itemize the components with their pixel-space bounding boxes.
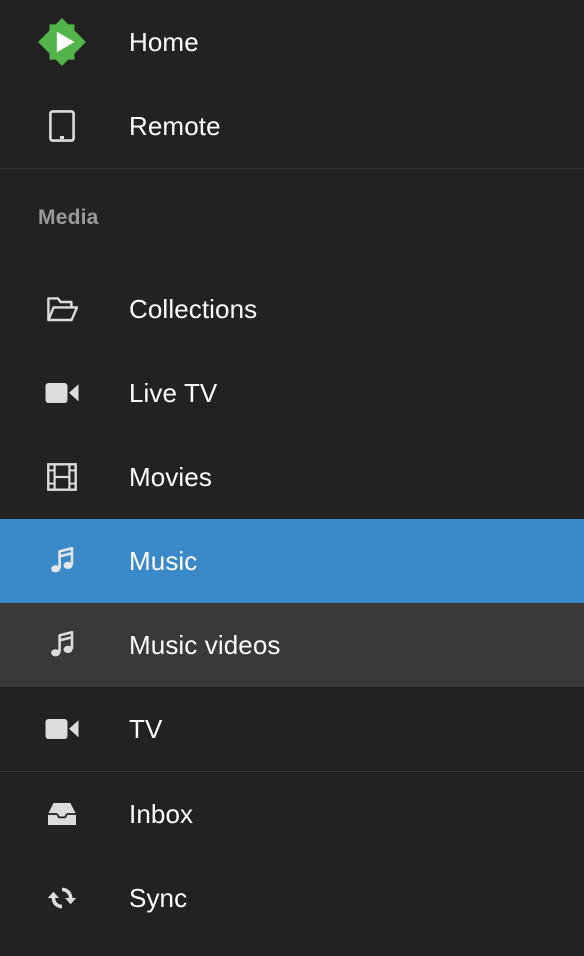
film-strip-icon — [34, 457, 90, 497]
nav-item-label: Movies — [129, 462, 212, 492]
videocam-icon — [34, 709, 90, 749]
nav-item-home[interactable]: Home — [0, 0, 584, 84]
nav-item-inbox[interactable]: Inbox — [0, 772, 584, 856]
nav-item-sync[interactable]: Sync — [0, 856, 584, 940]
nav-item-movies[interactable]: Movies — [0, 435, 584, 519]
nav-item-music-videos[interactable]: Music videos — [0, 603, 584, 687]
nav-item-collections[interactable]: Collections — [0, 267, 584, 351]
nav-item-label: Collections — [129, 294, 258, 324]
inbox-icon — [34, 794, 90, 834]
nav-item-live-tv[interactable]: Live TV — [0, 351, 584, 435]
nav-item-label: Remote — [129, 111, 221, 141]
section-header-media: Media — [0, 169, 584, 267]
music-note-icon — [34, 625, 90, 665]
nav-item-label: Live TV — [129, 378, 218, 408]
nav-item-music[interactable]: Music — [0, 519, 584, 603]
emby-logo-icon — [34, 18, 90, 66]
nav-item-label: TV — [129, 714, 163, 744]
nav-item-remote[interactable]: Remote — [0, 84, 584, 168]
videocam-icon — [34, 373, 90, 413]
tablet-icon — [34, 106, 90, 146]
nav-item-label: Inbox — [129, 799, 194, 829]
section-title: Media — [38, 206, 99, 229]
nav-item-label: Home — [129, 27, 199, 57]
nav-item-tv[interactable]: TV — [0, 687, 584, 771]
navigation-drawer: Home Remote Media Collections Live TV Mo… — [0, 0, 584, 956]
nav-item-label: Music — [129, 546, 198, 576]
folder-open-icon — [34, 289, 90, 329]
music-note-icon — [34, 541, 90, 581]
nav-item-label: Sync — [129, 883, 188, 913]
nav-item-label: Music videos — [129, 630, 281, 660]
sync-icon — [34, 878, 90, 918]
